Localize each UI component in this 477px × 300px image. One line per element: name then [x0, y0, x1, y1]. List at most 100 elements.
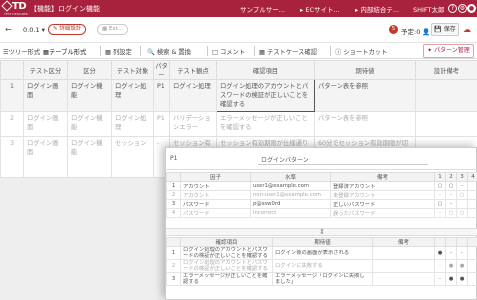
cloud-upload-icon[interactable]: ☁: [463, 25, 471, 34]
factor-cell[interactable]: -: [434, 208, 446, 218]
cell-pattern[interactable]: P1: [153, 111, 170, 137]
table-view-button[interactable]: ▦テーブル形式: [43, 47, 86, 56]
check-cell[interactable]: [467, 272, 477, 286]
col-header-viewpoint[interactable]: テスト観点: [169, 60, 217, 80]
factor-cell[interactable]: [467, 199, 477, 209]
factor-row[interactable]: 1 アカウント user1@example.com 登録済アカウント ○ ○ -: [166, 181, 477, 191]
factor-cell[interactable]: 誤ったパスワード: [330, 208, 435, 218]
factor-cell[interactable]: 3: [166, 199, 181, 209]
factor-cell[interactable]: ○: [434, 181, 446, 191]
cell-viewpoint[interactable]: バリデーションエラー: [169, 111, 217, 137]
table-row[interactable]: 1 ログイン画面 ログイン機能 ログイン処理 P1 ログイン処理 ログイン処理の…: [0, 79, 477, 112]
factor-cell[interactable]: ○: [445, 181, 457, 191]
factor-cell[interactable]: ○: [434, 199, 446, 209]
comment-button[interactable]: □ コメント: [212, 47, 245, 56]
col-header-notes[interactable]: 設計備考: [415, 60, 477, 80]
check-cell[interactable]: ●: [456, 272, 468, 286]
factor-cell[interactable]: [467, 208, 477, 218]
factor-row[interactable]: 4 パスワード incorrect 誤ったパスワード - ○ ○: [166, 208, 477, 218]
col-header-expected[interactable]: 期待値: [314, 60, 416, 80]
cell-pattern[interactable]: P1: [153, 79, 170, 112]
pane-splitter[interactable]: ⇕: [166, 228, 477, 236]
factor-cell[interactable]: [467, 190, 477, 200]
table-row[interactable]: 2 ログイン画面 ログイン機能 ログイン処理 P1 バリデーションエラー エラー…: [0, 111, 477, 137]
factor-row[interactable]: 2 アカウント non-user1@example.com 未登録アカウント -…: [166, 190, 477, 200]
factor-cell[interactable]: non-user1@example.com: [250, 190, 331, 200]
back-arrow-icon[interactable]: ←: [5, 25, 12, 34]
factor-cell[interactable]: [456, 199, 468, 209]
factor-cell[interactable]: -: [445, 190, 457, 200]
save-button[interactable]: 💾 保存: [431, 23, 459, 36]
col-header-pattern[interactable]: パター: [153, 60, 170, 80]
cell-expected[interactable]: パターン表を参照: [314, 111, 416, 137]
factor-cell[interactable]: パスワード: [180, 199, 251, 209]
cell-test-category[interactable]: ログイン画面: [23, 111, 68, 137]
factor-cell[interactable]: incorrect: [250, 208, 331, 218]
pattern-id[interactable]: P1: [170, 155, 177, 162]
shortcut-button[interactable]: ⓘ ショートカット: [335, 47, 387, 56]
check-cell[interactable]: -: [434, 259, 446, 273]
factor-row[interactable]: 3 パスワード p@ssw0rd 正しいパスワード ○ -: [166, 199, 477, 209]
col-header-check-item[interactable]: 確認項目: [216, 60, 315, 80]
schedule-label[interactable]: 予定:0 👤: [401, 26, 431, 36]
breadcrumb-site[interactable]: ▸ ECサイト...: [300, 4, 340, 14]
column-settings-button[interactable]: ▦ 列設定: [105, 47, 132, 56]
status-pill[interactable]: ✎ 詳細設計: [48, 24, 87, 35]
factor-cell[interactable]: user1@example.com: [250, 181, 331, 191]
check-cell[interactable]: ログイン処理のアカウントとパスワードの検証が正しいことを確認する: [180, 246, 273, 260]
factor-cell[interactable]: パスワード: [180, 208, 251, 218]
factor-cell[interactable]: ○: [445, 208, 457, 218]
cell-no[interactable]: 3: [0, 136, 24, 178]
cell-target[interactable]: ログイン処理: [111, 79, 154, 112]
settings-icon[interactable]: ⚙: [458, 4, 467, 13]
factor-cell[interactable]: p@ssw0rd: [250, 199, 331, 209]
cell-check-item[interactable]: ログイン処理のアカウントとパスワードの検証が正しいことを確認する: [216, 79, 315, 112]
factor-cell[interactable]: -: [445, 199, 457, 209]
check-cell[interactable]: ログインに失敗する: [272, 259, 373, 273]
check-cell[interactable]: [372, 272, 435, 286]
cell-target[interactable]: ログイン処理: [111, 111, 154, 137]
factor-cell[interactable]: 2: [166, 190, 181, 200]
factor-cell[interactable]: アカウント: [180, 190, 251, 200]
check-cell[interactable]: [467, 259, 477, 273]
factor-cell[interactable]: 未登録アカウント: [330, 190, 435, 200]
cell-viewpoint[interactable]: ログイン処理: [169, 79, 217, 112]
check-cell[interactable]: -: [434, 272, 446, 286]
factor-cell[interactable]: アカウント: [180, 181, 251, 191]
check-cell[interactable]: ログイン後の画面が表示される: [272, 246, 373, 260]
check-cell[interactable]: 1: [166, 246, 181, 260]
check-cell[interactable]: エラーメッセージ「ログインに失敗しました」: [272, 272, 373, 286]
user-icon[interactable]: ●: [467, 4, 476, 13]
app-logo[interactable]: TD TEST DESIGNER: [1, 0, 28, 16]
factor-cell[interactable]: 1: [166, 181, 181, 191]
cell-target[interactable]: セッション: [111, 136, 154, 178]
factor-cell[interactable]: ○: [456, 190, 468, 200]
factor-cell[interactable]: [467, 181, 477, 191]
check-row[interactable]: 3 エラーメッセージが正しいことを確認する エラーメッセージ「ログインに失敗しま…: [166, 272, 477, 286]
check-cell[interactable]: ●: [445, 259, 457, 273]
check-cell[interactable]: [372, 259, 435, 273]
notification-badge[interactable]: 5: [389, 25, 398, 34]
pattern-manage-button[interactable]: ✦ パターン管理: [423, 44, 474, 58]
check-cell[interactable]: 3: [166, 272, 181, 286]
check-cell[interactable]: ●: [456, 259, 468, 273]
check-cell[interactable]: -: [445, 246, 457, 260]
breadcrumb-service[interactable]: サンプルサー...: [240, 4, 285, 14]
pattern-name[interactable]: ログインパターン: [261, 155, 309, 164]
search-replace-button[interactable]: 🔍 検索 & 置換: [147, 47, 191, 56]
check-cell[interactable]: ログイン処理のアカウントとパスワードの検証が正しいことを確認する: [180, 259, 273, 273]
cell-notes[interactable]: [415, 79, 477, 112]
cell-category[interactable]: ログイン機能: [67, 79, 112, 112]
cell-expected[interactable]: パターン表を参照: [314, 79, 416, 112]
cell-no[interactable]: 2: [0, 111, 24, 137]
cell-no[interactable]: 1: [0, 79, 24, 112]
col-header-no[interactable]: [0, 60, 24, 80]
cell-check-item[interactable]: エラーメッセージが正しいことを確認する: [216, 111, 315, 137]
document-pill[interactable]: ▦ Ext...: [97, 24, 129, 35]
user-name[interactable]: SHIFT太郎: [413, 4, 445, 14]
factor-cell[interactable]: -: [434, 190, 446, 200]
check-row[interactable]: 2 ログイン処理のアカウントとパスワードの検証が正しいことを確認する ログインに…: [166, 259, 477, 273]
help-icon[interactable]: ?: [448, 4, 457, 13]
breadcrumb-test[interactable]: ▸ 内部結合テ...: [355, 4, 399, 14]
check-cell[interactable]: [372, 246, 435, 260]
